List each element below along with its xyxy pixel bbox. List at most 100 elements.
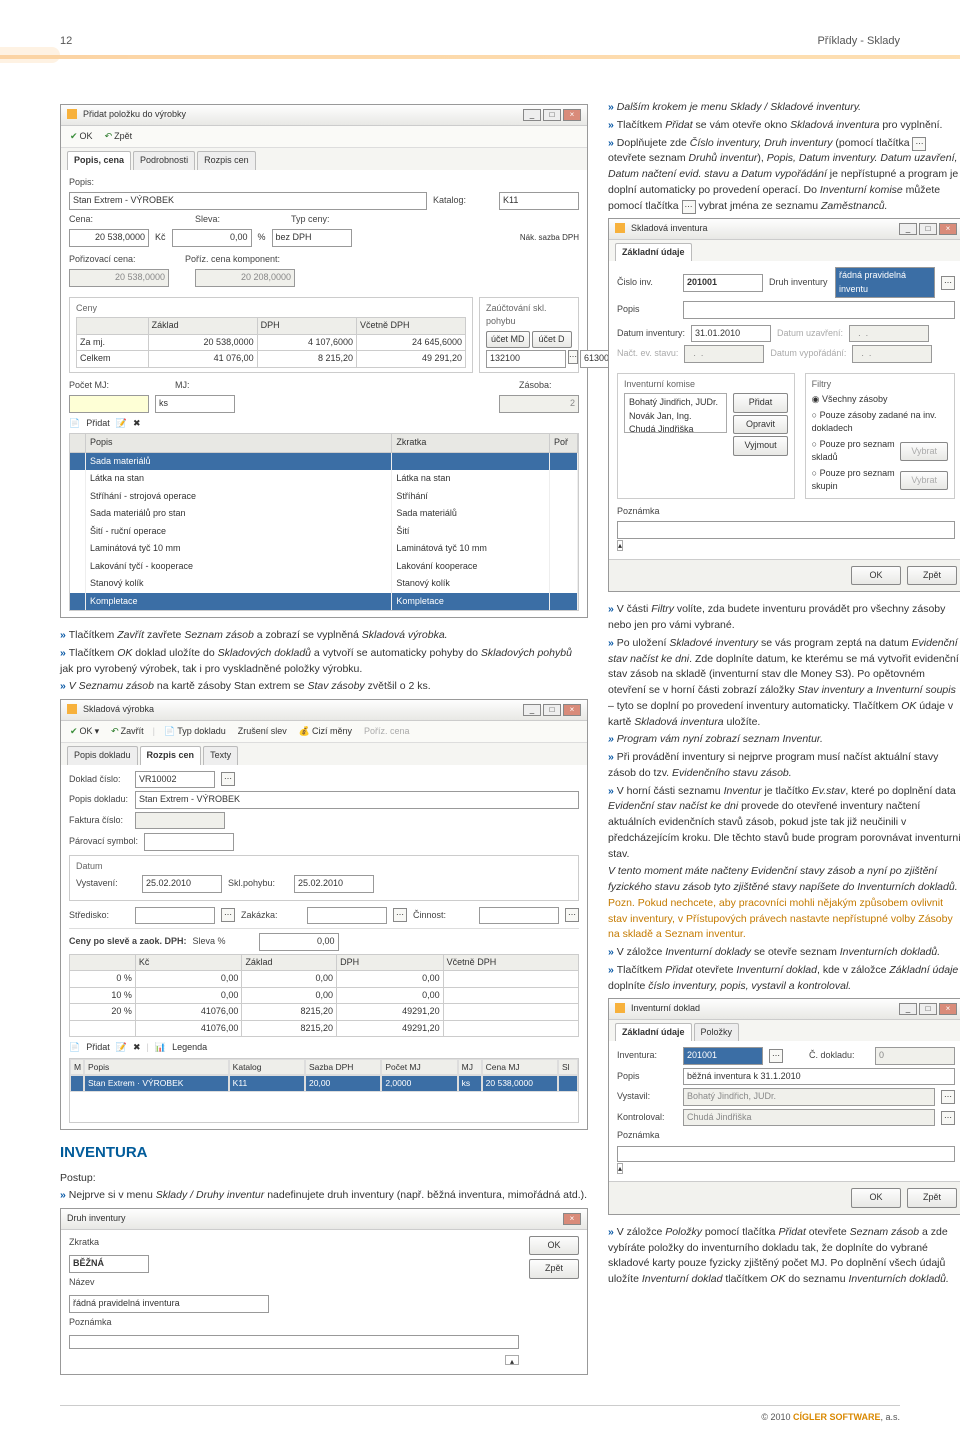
input-katalog[interactable]: K11 xyxy=(499,192,579,210)
expand-icon[interactable]: ▴ xyxy=(617,540,623,551)
input-popis[interactable]: Stan Extrem - VÝROBEK xyxy=(69,192,427,210)
minimize-icon[interactable]: _ xyxy=(899,223,917,235)
input-vystaveni[interactable]: 25.02.2010 xyxy=(142,875,222,893)
delete-icon[interactable]: ✖ xyxy=(133,417,141,431)
back-button[interactable]: Zpět xyxy=(907,1188,957,1208)
list-item[interactable]: Látka na stanLátka na stan xyxy=(70,470,578,488)
list-item[interactable]: Stanový kolíkStanový kolík xyxy=(70,575,578,593)
pridat-button[interactable]: Přidat xyxy=(733,393,787,413)
ok-button[interactable]: OK xyxy=(851,566,901,586)
input-mj[interactable]: ks xyxy=(155,395,235,413)
input-parov[interactable] xyxy=(144,833,234,851)
dots-button[interactable]: ⋯ xyxy=(565,908,579,922)
input-popis[interactable]: Stan Extrem - VÝROBEK xyxy=(135,791,579,809)
input-poznamka[interactable] xyxy=(69,1335,519,1349)
ok-button[interactable]: ✔ OK ▾ xyxy=(67,724,102,740)
tab-popis-dokladu[interactable]: Popis dokladu xyxy=(67,746,138,765)
tab-zakladni-udaje[interactable]: Základní údaje xyxy=(615,243,692,262)
dots-button[interactable]: ⋯ xyxy=(568,350,578,364)
list-item[interactable]: Sada materiálů xyxy=(70,453,578,471)
close-icon[interactable]: × xyxy=(563,1213,581,1225)
legend-label[interactable]: Legenda xyxy=(172,1041,207,1055)
input-inventura[interactable]: 201001 xyxy=(683,1047,763,1065)
zrusen-slev-button[interactable]: Zrušení slev xyxy=(235,724,290,740)
typ-dokladu-button[interactable]: 📄 Typ dokladu xyxy=(161,724,229,740)
maximize-icon[interactable]: □ xyxy=(919,223,937,235)
edit-icon[interactable]: 📝 xyxy=(116,417,127,431)
ok-button[interactable]: OK xyxy=(529,1236,579,1256)
expand-icon[interactable]: ▴ xyxy=(617,1163,623,1174)
dots-button[interactable]: ⋯ xyxy=(393,908,407,922)
tab-rozpis-cen[interactable]: Rozpis cen xyxy=(197,151,256,170)
list-item[interactable]: Sada materiálů pro stanSada materiálů xyxy=(70,505,578,523)
list-item[interactable]: Lakování tyčí - kooperaceLakování kooper… xyxy=(70,558,578,576)
items-grid[interactable]: M Popis Katalog Sazba DPH Počet MJ MJ Ce… xyxy=(69,1058,579,1124)
radio-sklady[interactable]: Pouze pro seznam skladů xyxy=(812,438,897,465)
input-poznamka[interactable] xyxy=(617,521,955,539)
close-icon[interactable]: × xyxy=(563,704,581,716)
input-sleva[interactable]: 0,00 xyxy=(172,229,252,247)
close-icon[interactable]: × xyxy=(939,223,957,235)
dots-button[interactable]: ⋯ xyxy=(769,1049,783,1063)
input-poznamka[interactable] xyxy=(617,1146,955,1162)
legend-icon[interactable]: 📊 xyxy=(155,1041,166,1055)
input-popis[interactable]: běžná inventura k 31.1.2010 xyxy=(683,1068,955,1086)
input-str[interactable] xyxy=(135,907,215,925)
dots-button[interactable]: ⋯ xyxy=(221,772,235,786)
radio-zasoby-dokl[interactable]: Pouze zásoby zadané na inv. dokladech xyxy=(812,409,948,436)
input-cena[interactable]: 20 538,0000 xyxy=(69,229,149,247)
input-kontroloval[interactable]: Chudá Jindřiška xyxy=(683,1109,935,1127)
close-icon[interactable]: × xyxy=(939,1003,957,1015)
back-button[interactable]: Zpět xyxy=(529,1259,579,1279)
back-button[interactable]: Zpět xyxy=(907,566,957,586)
input-popis[interactable] xyxy=(683,301,955,319)
add-label[interactable]: Přidat xyxy=(86,1041,110,1055)
dots-button[interactable]: ⋯ xyxy=(941,1111,955,1125)
list-add-label[interactable]: Přidat xyxy=(86,417,110,431)
input-nazev[interactable]: řádná pravidelná inventura xyxy=(69,1295,269,1313)
expand-icon[interactable]: ▴ xyxy=(505,1355,519,1365)
input-sleva[interactable]: 0,00 xyxy=(259,933,339,951)
input-cislo-inv[interactable]: 201001 xyxy=(683,274,763,292)
vyjmout-button[interactable]: Vyjmout xyxy=(733,436,787,456)
tab-texty[interactable]: Texty xyxy=(203,746,238,765)
input-doklc[interactable]: VR10002 xyxy=(135,771,215,789)
list-add-icon[interactable]: 📄 xyxy=(69,417,80,431)
input-sklpoh[interactable]: 25.02.2010 xyxy=(294,875,374,893)
minimize-icon[interactable]: _ xyxy=(523,704,541,716)
ok-button[interactable]: ✔ OK xyxy=(67,129,96,145)
minimize-icon[interactable]: _ xyxy=(899,1003,917,1015)
radio-vsechny[interactable]: Všechny zásoby xyxy=(812,393,948,407)
cizi-meny-button[interactable]: 💰 Cizí měny xyxy=(296,724,355,740)
select-typ[interactable]: bez DPH xyxy=(272,229,352,247)
tab-popis-cena[interactable]: Popis, cena xyxy=(67,151,131,170)
list-item[interactable]: Šití - ruční operaceŠití xyxy=(70,523,578,541)
list-item[interactable]: KompletaceKompletace xyxy=(70,593,578,611)
radio-skupin[interactable]: Pouze pro seznam skupin xyxy=(812,467,897,494)
input-druh[interactable]: řádná pravidelná inventu xyxy=(835,267,935,298)
input-datum[interactable]: 31.01.2010 xyxy=(691,325,771,343)
input-zak[interactable] xyxy=(307,907,387,925)
add-icon[interactable]: 📄 xyxy=(69,1041,80,1055)
edit-icon[interactable]: 📝 xyxy=(116,1041,127,1055)
dots-button[interactable]: ⋯ xyxy=(941,1090,955,1104)
opravit-button[interactable]: Opravit xyxy=(733,415,787,435)
dots-button[interactable]: ⋯ xyxy=(221,908,235,922)
btn-ucet-md[interactable]: účet MD xyxy=(486,331,530,349)
list-item[interactable]: Stříhání - strojová operaceStříhání xyxy=(70,488,578,506)
delete-icon[interactable]: ✖ xyxy=(133,1041,141,1055)
input-uc-md[interactable]: 132100 xyxy=(486,350,566,368)
maximize-icon[interactable]: □ xyxy=(543,109,561,121)
maximize-icon[interactable]: □ xyxy=(543,704,561,716)
maximize-icon[interactable]: □ xyxy=(919,1003,937,1015)
material-list[interactable]: Popis Zkratka Poř Sada materiálůLátka na… xyxy=(69,433,579,611)
input-cin[interactable] xyxy=(479,907,559,925)
tab-polozky[interactable]: Položky xyxy=(694,1023,740,1042)
close-icon[interactable]: × xyxy=(563,109,581,121)
tab-rozpis-cen[interactable]: Rozpis cen xyxy=(140,746,202,765)
tab-zakladni-udaje[interactable]: Základní údaje xyxy=(615,1023,692,1042)
btn-ucet-d[interactable]: účet D xyxy=(532,331,572,349)
back-button[interactable]: ↶ Zpět xyxy=(102,129,136,145)
komise-listbox[interactable]: Bohatý Jindřich, JUDr. Novák Jan, Ing. C… xyxy=(624,393,727,433)
list-item[interactable]: Laminátová tyč 10 mmLaminátová tyč 10 mm xyxy=(70,540,578,558)
